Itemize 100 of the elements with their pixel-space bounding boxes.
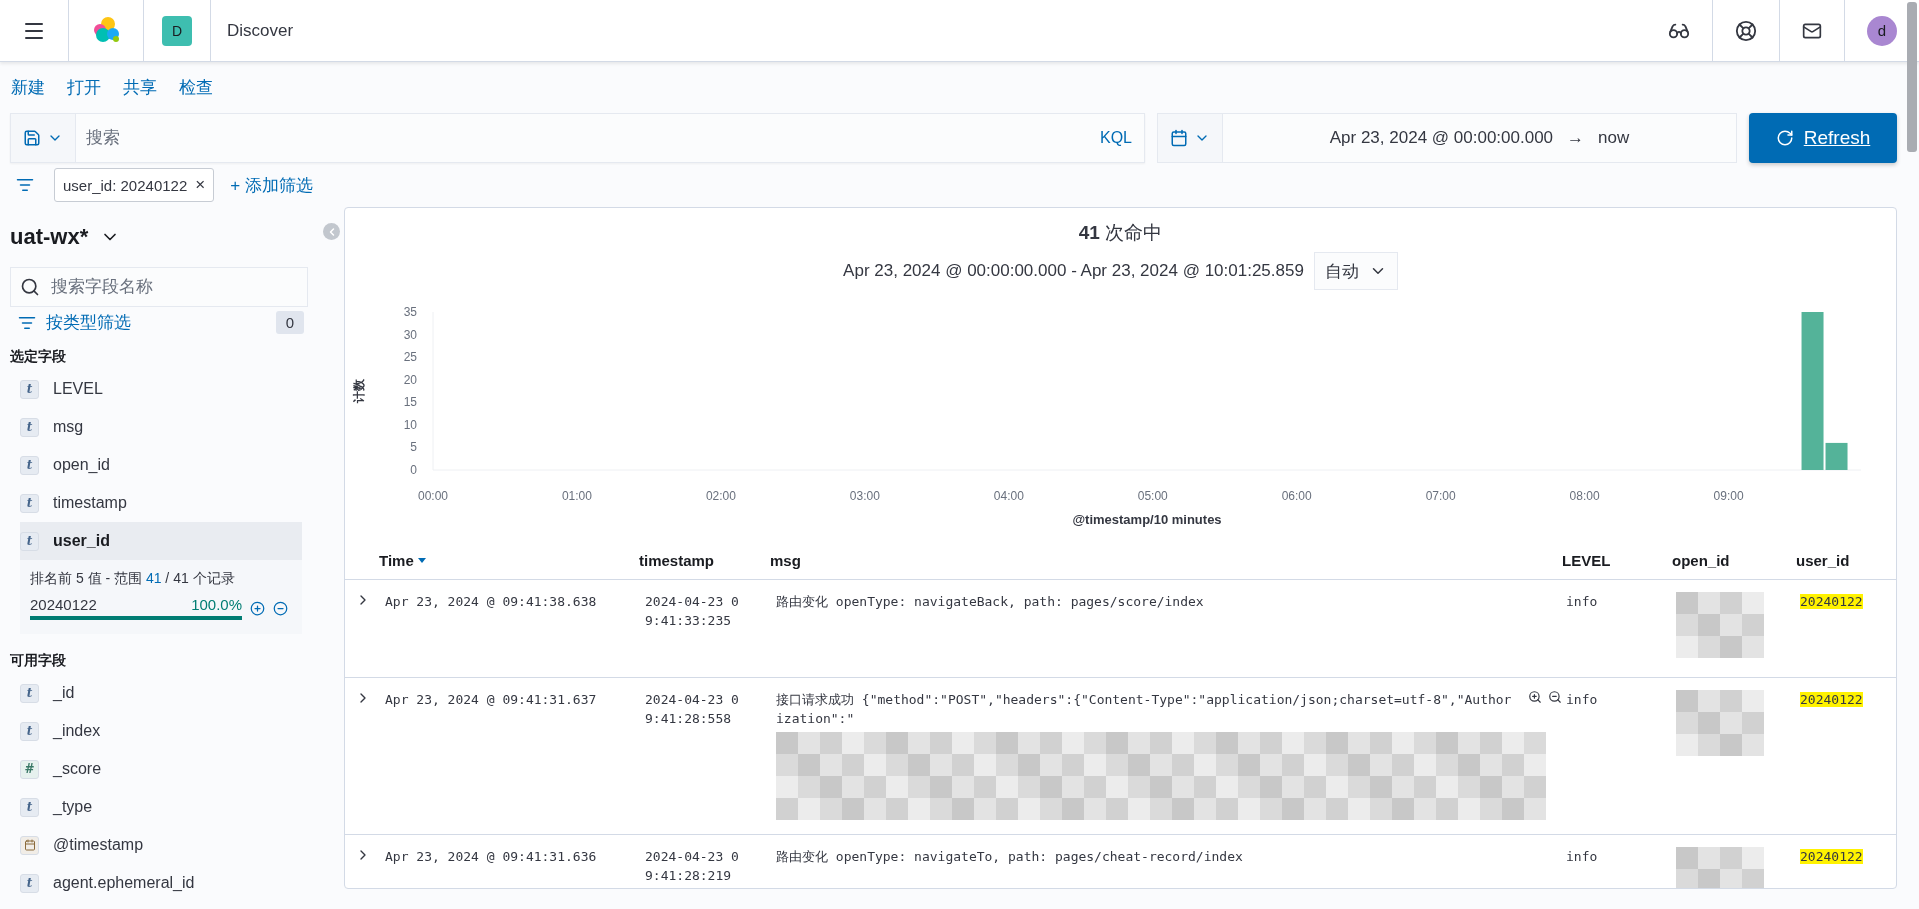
zoom-in-icon[interactable] <box>1528 690 1542 704</box>
y-tick-label: 25 <box>403 350 417 365</box>
top-menu-link[interactable]: 共享 <box>123 76 157 99</box>
x-tick-label: 01:00 <box>561 489 592 503</box>
message-cell-text: 路由变化 openType: navigateTo, path: pages/cheat-record/index <box>776 848 1244 866</box>
level-cell-text: info <box>1566 848 1599 866</box>
date-picker-button[interactable] <box>1158 114 1223 162</box>
level-cell-text: info <box>1566 593 1599 611</box>
timestamp-cell-text: 2024-04-23 09:41:33:235 <box>645 593 739 630</box>
scrollbar[interactable] <box>1907 2 1917 152</box>
saved-query-button[interactable] <box>11 114 76 162</box>
end-date[interactable]: now <box>1598 128 1630 148</box>
field-item[interactable]: t _type <box>20 788 302 826</box>
search-icon <box>20 277 40 297</box>
y-tick-label: 5 <box>410 440 417 455</box>
type-filter-count: 0 <box>275 311 304 334</box>
field-item[interactable]: t user_id <box>20 522 302 560</box>
top-menu-link[interactable]: 新建 <box>11 76 45 99</box>
message-cell-text: 接口请求成功 {"method":"POST","headers":{"Content-Type":"application/json;charset=utf-8","Authorization":" <box>776 691 1513 728</box>
message-cell-text: 路由变化 openType: navigateBack, path: pages/score/index <box>776 593 1205 611</box>
x-tick-label: 09:00 <box>1713 489 1744 503</box>
y-tick-label: 0 <box>410 463 417 477</box>
x-tick-label: 00:00 <box>418 489 448 503</box>
field-type-icon: t <box>20 797 39 817</box>
field-type-icon: t <box>20 683 39 703</box>
interval-select[interactable]: 自动 <box>1313 252 1398 290</box>
field-type-icon: t <box>20 379 39 399</box>
field-item[interactable]: t timestamp <box>20 484 302 522</box>
zoom-out-icon[interactable] <box>1548 690 1562 704</box>
x-tick-label: 07:00 <box>1425 489 1456 503</box>
top-values-summary: 排名前 5 值 - 范围 41 / 41 个记录 <box>30 570 236 588</box>
sort-caret-icon <box>417 558 426 563</box>
field-item[interactable]: t LEVEL <box>20 370 302 408</box>
field-type-icon: t <box>20 531 39 551</box>
section-heading: 选定字段 <box>10 348 67 366</box>
space-badge[interactable]: D <box>162 15 192 46</box>
range-arrow: → <box>1567 128 1585 148</box>
field-item[interactable]: t agent.ephemeral_id <box>20 864 302 902</box>
level-cell-text: info <box>1566 691 1599 709</box>
user-id-cell: 20240122 <box>1800 849 1863 864</box>
field-item[interactable]: t open_id <box>20 446 302 484</box>
timestamp-cell-text: 2024-04-23 09:41:28:219 <box>645 848 739 885</box>
y-tick-label: 10 <box>403 417 417 432</box>
calendar-icon <box>1170 129 1188 147</box>
field-type-icon: t <box>20 417 39 437</box>
y-axis-title: 计数 <box>352 379 366 403</box>
field-type-icon: t <box>20 493 39 513</box>
y-tick-label: 35 <box>403 305 417 319</box>
time-cell-text: Apr 23, 2024 @ 09:41:31.636 <box>385 848 598 866</box>
record-count-link[interactable]: 41 <box>145 570 162 586</box>
x-axis-title: @timestamp/10 minutes <box>1072 512 1222 527</box>
add-filter-icon[interactable] <box>250 600 265 616</box>
refresh-icon <box>1775 129 1794 147</box>
query-bar[interactable]: 搜索 KQL <box>10 113 1145 163</box>
column-header[interactable]: open_id <box>1672 552 1796 569</box>
column-header[interactable]: msg <box>770 552 1562 569</box>
x-tick-label: 02:00 <box>705 489 736 503</box>
app-title: Discover <box>227 20 294 41</box>
column-header[interactable]: Time <box>379 552 639 569</box>
x-tick-label: 05:00 <box>1137 489 1168 503</box>
field-type-icon: t <box>20 721 39 741</box>
field-item[interactable]: @timestamp <box>20 826 302 864</box>
add-filter-link[interactable]: + 添加筛选 <box>230 173 313 197</box>
hits-count: 41 次命中 <box>1077 221 1164 245</box>
remove-filter-icon[interactable] <box>273 600 288 616</box>
field-search[interactable]: 搜索字段名称 <box>10 267 308 307</box>
save-icon <box>23 129 41 147</box>
y-tick-label: 20 <box>403 372 417 387</box>
user-id-cell: 20240122 <box>1800 692 1863 707</box>
index-pattern-button[interactable]: uat-wx* <box>10 217 121 257</box>
calendar-icon <box>20 835 39 855</box>
type-filter-button[interactable]: 按类型筛选 <box>18 311 131 334</box>
user-avatar[interactable]: d <box>1867 15 1897 46</box>
x-tick-label: 06:00 <box>1281 489 1312 503</box>
filter-pill[interactable]: user_id: 20240122 × <box>54 168 215 202</box>
query-field[interactable]: 搜索 <box>76 114 1088 162</box>
query-language-button[interactable]: KQL <box>1088 114 1144 162</box>
y-tick-label: 30 <box>403 327 417 342</box>
column-header[interactable]: user_id <box>1796 552 1896 569</box>
remove-filter-button[interactable]: × <box>195 175 206 195</box>
time-range-label: Apr 23, 2024 @ 00:00:00.000 - Apr 23, 2024 @ 10:01:25.859 <box>843 261 1304 281</box>
timestamp-cell-text: 2024-04-23 09:41:28:558 <box>645 691 739 728</box>
field-item[interactable]: t _id <box>20 674 302 712</box>
x-tick-label: 04:00 <box>993 489 1024 503</box>
refresh-button[interactable]: Refresh <box>1749 113 1897 163</box>
user-id-cell: 20240122 <box>1800 594 1863 609</box>
top-menu-link[interactable]: 检查 <box>179 76 213 99</box>
field-type-icon: t <box>20 873 39 893</box>
column-header[interactable]: LEVEL <box>1562 552 1672 569</box>
x-tick-label: 08:00 <box>1569 489 1600 503</box>
top-value: 20240122 <box>30 596 97 613</box>
field-item[interactable]: t msg <box>20 408 302 446</box>
field-type-icon: t <box>20 455 39 475</box>
top-menu-link[interactable]: 打开 <box>67 76 101 99</box>
start-date[interactable]: Apr 23, 2024 @ 00:00:00.000 <box>1329 128 1554 148</box>
column-header[interactable]: timestamp <box>639 552 770 569</box>
field-item[interactable]: t _index <box>20 712 302 750</box>
x-tick-label: 03:00 <box>849 489 880 503</box>
field-item[interactable]: # _score <box>20 750 302 788</box>
y-tick-label: 15 <box>403 395 417 410</box>
